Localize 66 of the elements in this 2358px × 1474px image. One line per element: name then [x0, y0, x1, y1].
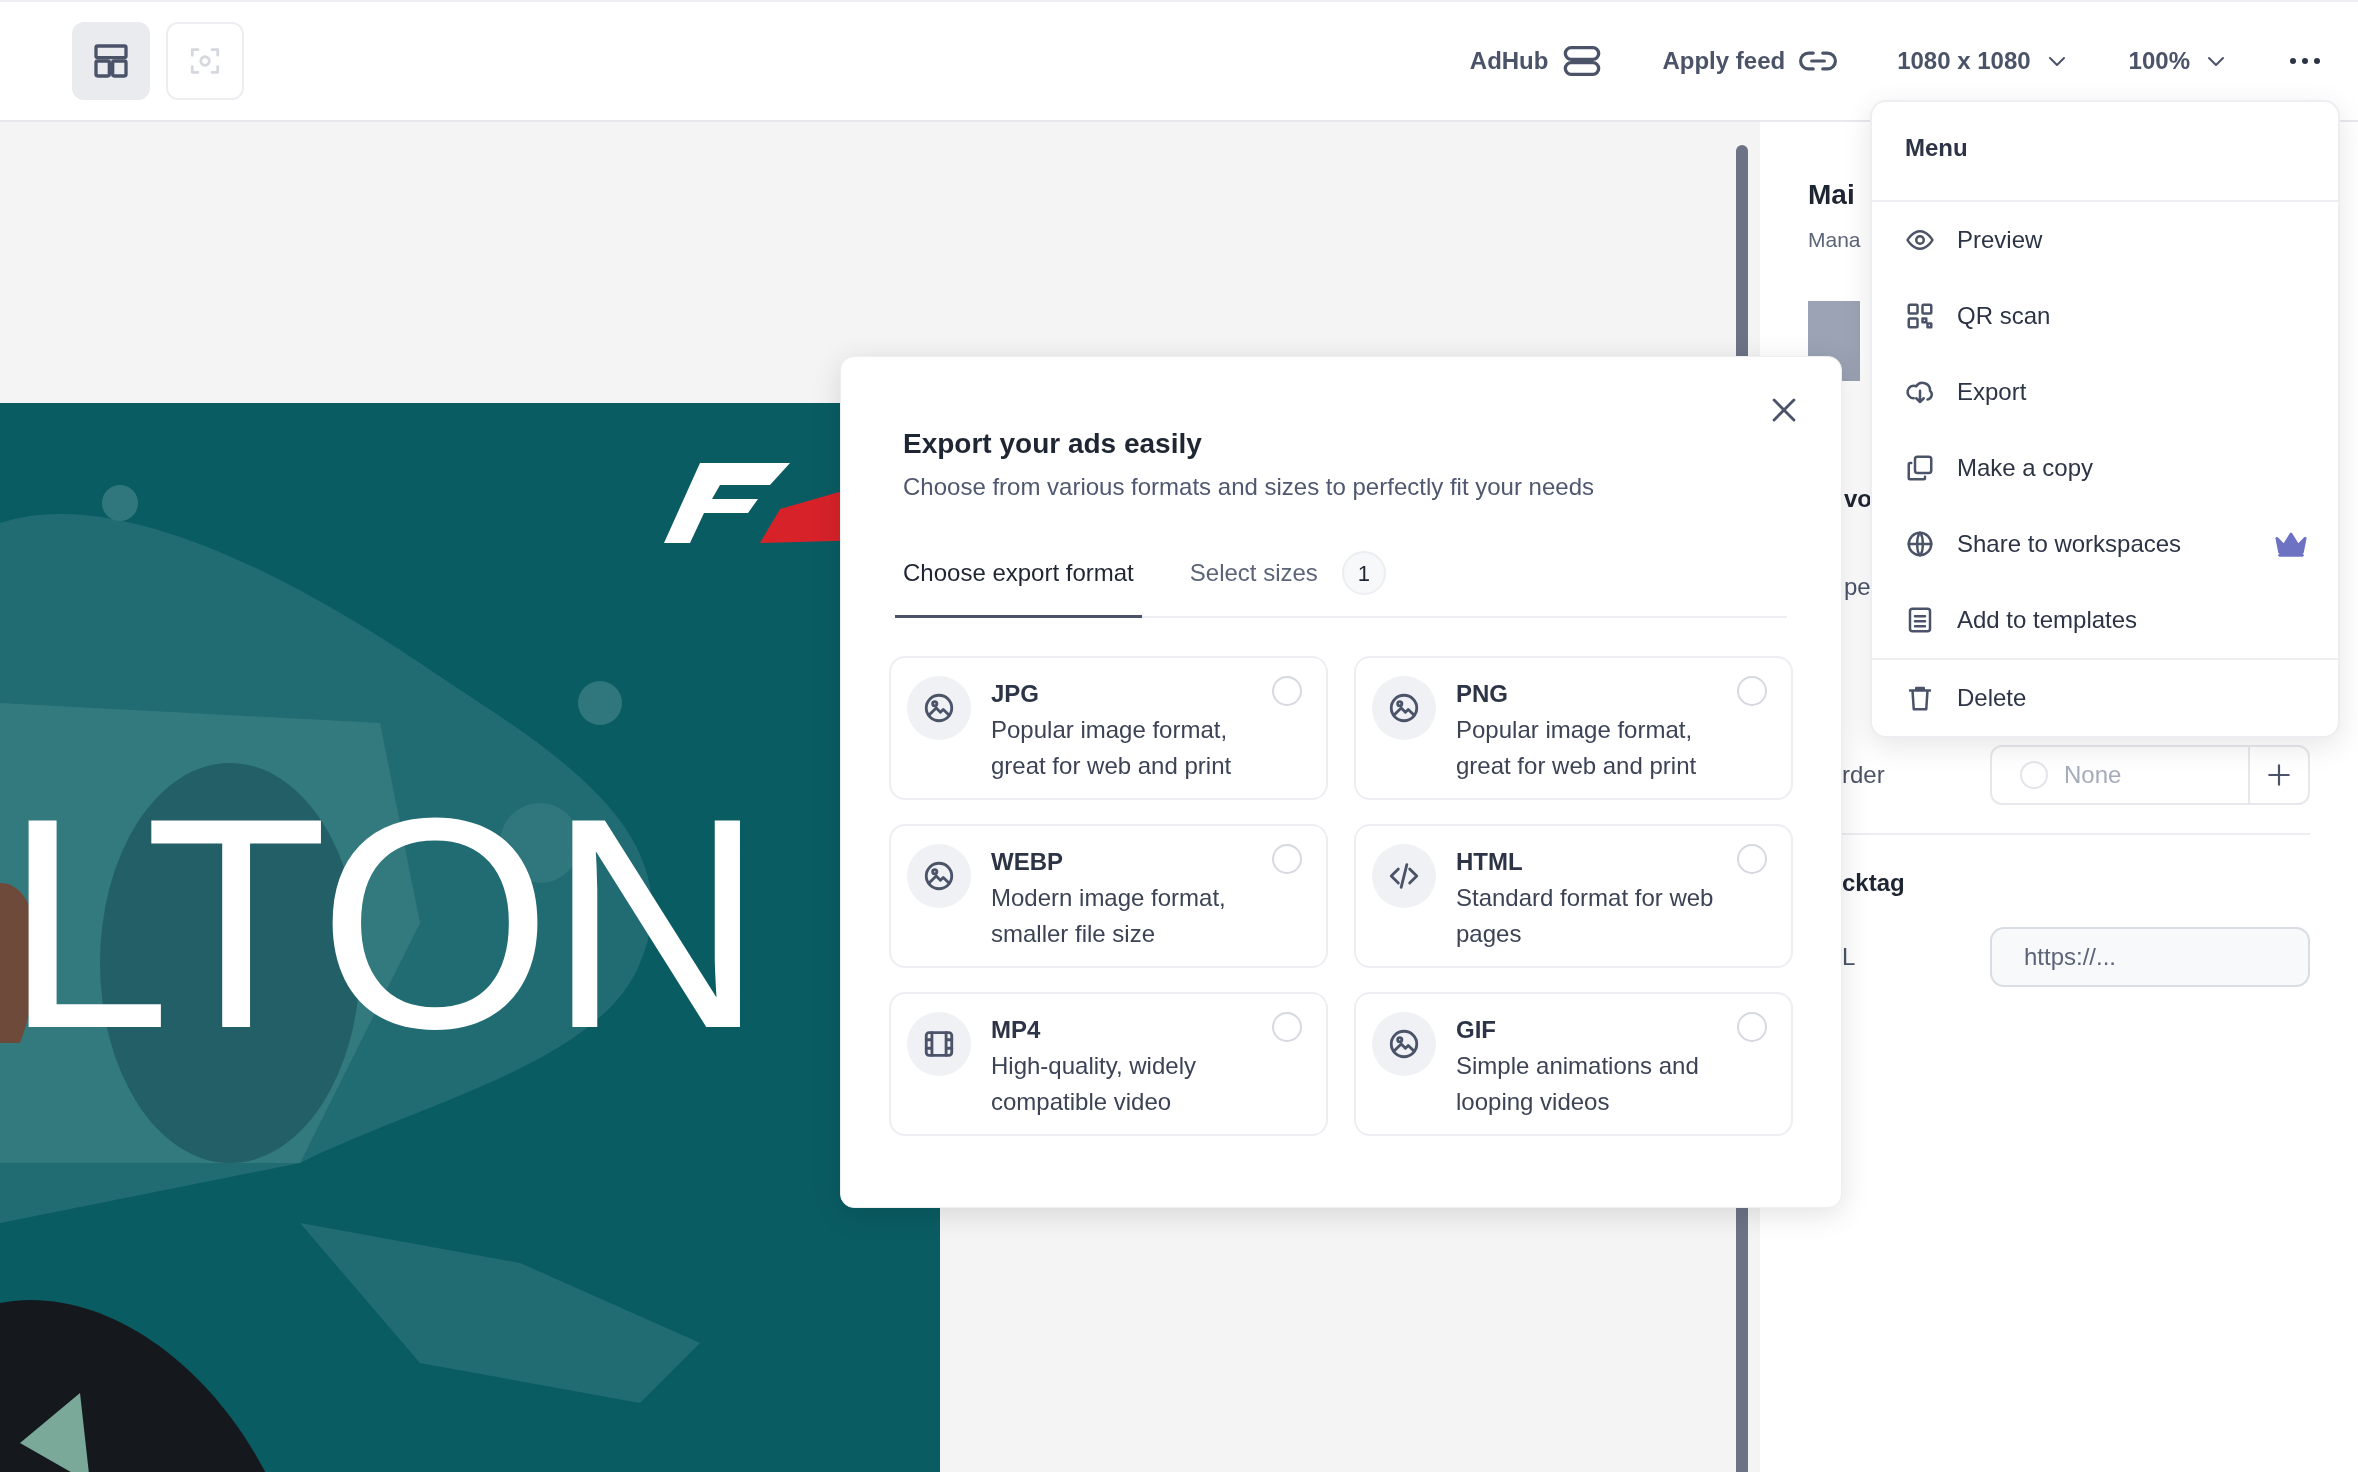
menu-item[interactable]: QR scan: [1872, 278, 2338, 354]
panel-title: Mai: [1808, 178, 1855, 212]
menu-item[interactable]: Delete: [1872, 660, 2338, 736]
tab[interactable]: Select sizes 1: [1181, 541, 1394, 618]
format-option[interactable]: HTML Standard format for web pages: [1354, 824, 1793, 968]
format-name: GIF: [1456, 1015, 1497, 1045]
url-field[interactable]: https://...: [1990, 927, 2310, 988]
format-name: HTML: [1456, 847, 1524, 877]
format-option[interactable]: GIF Simple animations and looping videos: [1354, 992, 1793, 1136]
layout-icon: [91, 41, 131, 81]
headline-text: LTON: [4, 773, 761, 1073]
apply-feed-button[interactable]: Apply feed: [1662, 43, 1838, 79]
copy-icon: [1905, 453, 1935, 483]
format-option[interactable]: WEBP Modern image format, smaller file size: [889, 824, 1328, 968]
menu-item[interactable]: Share to workspaces: [1872, 506, 2338, 582]
layout-button[interactable]: [72, 22, 150, 100]
radio-button[interactable]: [1737, 676, 1767, 706]
menu-item[interactable]: Make a copy: [1872, 430, 2338, 506]
format-description: Simple animations and looping videos: [1456, 1051, 1700, 1117]
format-option[interactable]: JPG Popular image format, great for web and print: [889, 656, 1328, 800]
format-description: Popular image format, great for web and print: [991, 715, 1233, 781]
section-title: cktag: [1841, 868, 1906, 899]
field-label: pe: [1843, 572, 1871, 603]
radio-button[interactable]: [1272, 676, 1302, 706]
format-description: Modern image format, smaller file size: [991, 883, 1227, 949]
menu-title: Menu: [1872, 102, 2338, 202]
dialog-subtitle: Choose from various formats and sizes to perfectly fit your needs: [903, 472, 1595, 502]
focus-button[interactable]: [166, 22, 244, 100]
size-dropdown[interactable]: 1080 x 1080: [1897, 43, 2069, 79]
color-swatch: [2020, 761, 2048, 790]
image-icon: [1387, 1027, 1421, 1061]
tab[interactable]: Choose export format: [895, 541, 1142, 618]
format-name: JPG: [991, 679, 1041, 709]
image-icon: [922, 691, 956, 725]
radio-button[interactable]: [1272, 1012, 1302, 1042]
format-name: MP4: [991, 1015, 1042, 1045]
zoom-dropdown[interactable]: 100%: [2128, 43, 2228, 79]
adhub-button[interactable]: AdHub: [1469, 43, 1603, 79]
dialog-title: Export your ads easily: [903, 427, 1203, 461]
count-badge: 1: [1341, 551, 1386, 595]
format-description: High-quality, widely compatible video: [991, 1051, 1197, 1117]
format-name: WEBP: [991, 847, 1064, 877]
format-option[interactable]: MP4 High-quality, widely compatible video: [889, 992, 1328, 1136]
section-title: vo: [1843, 484, 1872, 515]
radio-button[interactable]: [1737, 1012, 1767, 1042]
format-description: Popular image format, great for web and print: [1456, 715, 1698, 781]
field-label: rder: [1841, 760, 1885, 791]
format-name: PNG: [1456, 679, 1509, 709]
format-description: Standard format for web pages: [1456, 883, 1715, 949]
database-icon: [1562, 44, 1603, 78]
qr-code-icon: [1905, 301, 1935, 331]
format-option[interactable]: PNG Popular image format, great for web and print: [1354, 656, 1793, 800]
radio-button[interactable]: [1737, 844, 1767, 874]
menu-item[interactable]: Add to templates: [1872, 582, 2338, 658]
image-icon: [922, 859, 956, 893]
menu-item[interactable]: Preview: [1872, 202, 2338, 278]
more-button[interactable]: [2288, 56, 2322, 66]
field-value: None: [2064, 760, 2123, 791]
globe-icon: [1905, 529, 1935, 559]
field-label: L: [1841, 942, 1856, 973]
plus-icon: [2266, 762, 2292, 789]
image-icon: [1387, 691, 1421, 725]
radio-button[interactable]: [1272, 844, 1302, 874]
more-icon: [2288, 56, 2322, 66]
menu-item[interactable]: Export: [1872, 354, 2338, 430]
panel-subtitle: Mana: [1808, 226, 1861, 253]
